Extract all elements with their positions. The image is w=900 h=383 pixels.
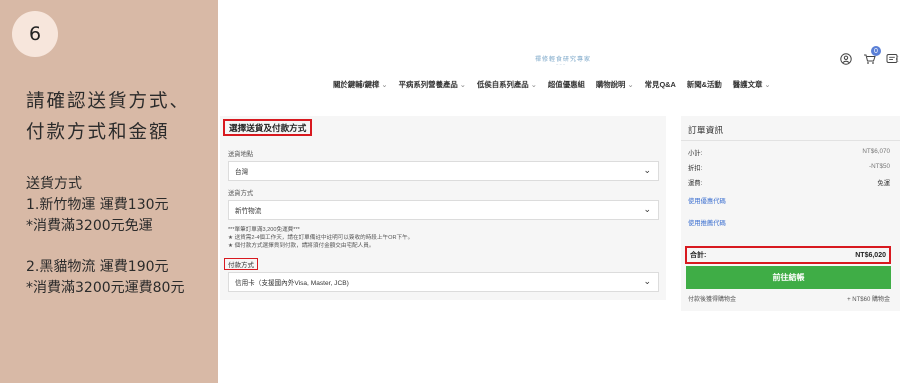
nav-item-low-products[interactable]: 低侯自系列產品 ⌄ [477,79,537,90]
shipping-option-1-free: *消費滿3200元免運 [26,218,153,234]
nav-item-shopping-guide[interactable]: 購物說明 ⌄ [596,79,634,90]
delivery-location-select[interactable]: 台灣 ⌄ [228,161,659,181]
step-heading: 請確認送貨方式、 付款方式和金額 [26,86,216,148]
edge-icon [896,56,900,62]
delivery-location-value: 台灣 [235,169,249,176]
chevron-down-icon: ⌄ [381,80,388,89]
shipping-row: 運費: 免運 [688,178,890,187]
cart-icon[interactable]: 0 [862,46,881,66]
cart-count-badge: 0 [871,46,881,56]
referral-code-link[interactable]: 使用推薦代碼 [688,218,726,227]
chevron-down-icon: ⌄ [764,80,771,89]
nav-item-articles[interactable]: 醫護文章 ⌄ [733,79,771,90]
chevron-down-icon: ⌄ [643,276,651,286]
subtotal-value: NT$6,070 [862,148,890,155]
chevron-down-icon: ⌄ [530,80,537,89]
shipping-note-2: ★ 送貨需2-4個工作天，請在訂單備註中註明可以簽收的時段上午OR下午。 [228,235,414,241]
total-row: 合計: NT$6,020 [685,246,891,264]
section-title: 選擇送貨及付款方式 [223,119,313,136]
delivery-location-label: 送貨地點 [228,151,254,158]
coupon-code-link[interactable]: 使用優惠代碼 [688,196,726,205]
nav-item-nutrition[interactable]: 平病系列營養產品 ⌄ [399,79,466,90]
shipping-notes-title: 送貨方式 [26,176,82,192]
shipping-note-3: ★ 個付款方式選擇貨到付款，請將須付金額交由宅配人員。 [228,243,375,249]
payment-method-value: 信用卡（支援國內外Visa, Master, JCB) [235,280,349,287]
instruction-panel: 6 請確認送貨方式、 付款方式和金額 送貨方式 1.新竹物運 運費130元 *消… [0,0,218,383]
payment-method-label: 付款方式 [224,258,258,270]
nav-item-bundles[interactable]: 超值優惠組 [548,79,585,90]
shipping-label: 運費: [688,180,703,187]
nav-item-news[interactable]: 新聞&活動 [687,79,722,90]
divider [681,140,900,141]
chevron-down-icon: ⌄ [643,204,651,214]
shipping-option-2: 2.黑貓物流 運費190元 [26,259,169,275]
chevron-down-icon: ⌄ [459,80,466,89]
discount-value: -NT$50 [869,163,890,170]
user-icon[interactable] [839,52,853,66]
delivery-method-label: 送貨方式 [228,190,254,197]
step-heading-line2: 付款方式和金額 [26,122,170,143]
shipping-option-2-discount: *消費滿3200元運費80元 [26,280,185,296]
nav-item-about[interactable]: 關於鍵輔/鍵樟 ⌄ [333,79,388,90]
step-number-badge: 6 [12,11,58,57]
chevron-down-icon: ⌄ [643,165,651,175]
delivery-method-value: 新竹物流 [235,208,262,215]
total-value: NT$6,020 [855,251,886,259]
subtotal-row: 小計: NT$6,070 [688,148,890,157]
shipping-value: 免運 [877,180,890,187]
reward-points-label: 付款後獲得購物金 [688,297,737,303]
subtotal-label: 小計: [688,150,703,157]
payment-method-select[interactable]: 信用卡（支援國內外Visa, Master, JCB) ⌄ [228,272,659,292]
delivery-method-select[interactable]: 新竹物流 ⌄ [228,200,659,220]
reward-points-row: 付款後獲得購物金 + NT$60 購物金 [688,294,890,303]
order-summary-title: 訂單資訊 [688,125,724,135]
nav-item-faq[interactable]: 常見Q&A [645,79,676,90]
discount-row: 折扣: -NT$50 [688,163,890,172]
shipping-note-1: ***單筆訂單滿3,200免運費*** [228,227,300,233]
total-label: 合計: [690,252,707,259]
discount-label: 折扣: [688,165,703,172]
main-nav: 關於鍵輔/鍵樟 ⌄ 平病系列營養產品 ⌄ 低侯自系列產品 ⌄ 超值優惠組 購物說明 ⌄ … [333,79,771,90]
shipping-option-1: 1.新竹物運 運費130元 [26,197,169,213]
step-heading-line1: 請確認送貨方式、 [26,91,191,112]
header-icons: 0 [839,46,899,66]
site-logo-sub: ~ ~ ~ [556,62,566,67]
checkout-button[interactable]: 前往結帳 [686,266,891,289]
shipping-notes: 送貨方式 1.新竹物運 運費130元 *消費滿3200元免運 2.黑貓物流 運費… [26,174,216,299]
chevron-down-icon: ⌄ [627,80,634,89]
reward-points-value: + NT$60 購物金 [847,297,890,303]
